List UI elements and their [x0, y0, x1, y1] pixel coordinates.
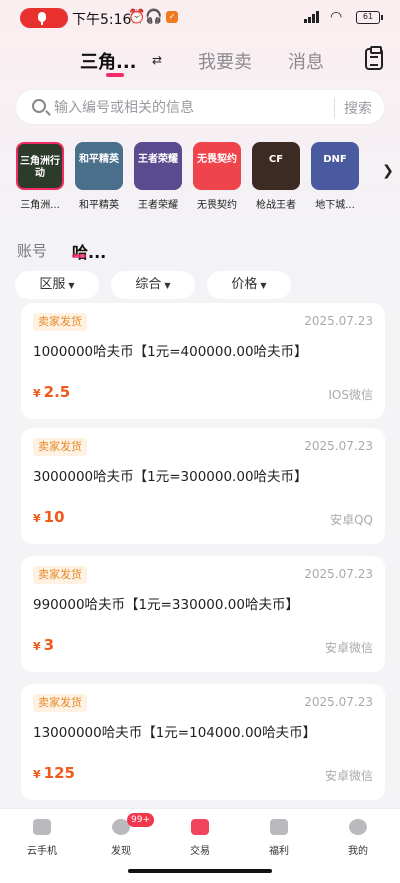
wifi-icon: ◠: [330, 9, 343, 25]
recording-indicator[interactable]: [20, 8, 68, 28]
nav-cloud-phone[interactable]: 云手机: [12, 819, 72, 857]
listing-card[interactable]: 卖家发货 2025.07.23 13000000哈夫币【1元=104000.00…: [21, 684, 385, 800]
game-dnf[interactable]: DNF 地下城...: [309, 142, 361, 211]
listing-card[interactable]: 卖家发货 2025.07.23 3000000哈夫币【1元=300000.00哈…: [21, 428, 385, 544]
tab-delta-force[interactable]: 三角...: [80, 48, 137, 74]
cloud-phone-icon: [33, 819, 51, 835]
game-thumbnail: 无畏契约: [193, 142, 241, 190]
filter-server[interactable]: 区服 ▼: [15, 271, 99, 299]
listing-price: ¥125: [33, 764, 75, 782]
caret-down-icon: ▼: [164, 281, 171, 290]
game-crossfire[interactable]: CF 枪战王者: [250, 142, 302, 211]
game-label: 三角洲...: [20, 200, 60, 211]
game-honor-of-kings[interactable]: 王者荣耀 王者荣耀: [132, 142, 184, 211]
active-tab-indicator: [106, 73, 124, 77]
status-time: 下午5:16: [72, 12, 132, 28]
tab-sell[interactable]: 我要卖: [198, 48, 252, 74]
search-button[interactable]: 搜索: [344, 98, 372, 118]
listing-platform: 安卓QQ: [330, 513, 373, 527]
nav-welfare[interactable]: 福利: [249, 819, 309, 857]
seller-ship-badge: 卖家发货: [33, 566, 87, 584]
listing-date: 2025.07.23: [304, 567, 373, 581]
category-active[interactable]: 哈...: [72, 239, 106, 263]
top-tabs: 三角... ⇄ 我要卖 消息: [0, 44, 400, 80]
listing-price: ¥10: [33, 508, 65, 526]
listing-title: 990000哈夫币【1元=330000.00哈夫币】: [33, 597, 299, 613]
category-indicator: [72, 254, 86, 258]
tab-messages[interactable]: 消息: [288, 48, 324, 74]
filter-sort[interactable]: 综合 ▼: [111, 271, 195, 299]
headphones-icon: 🎧: [145, 9, 163, 25]
profile-icon: [349, 819, 367, 835]
filter-price[interactable]: 价格 ▼: [207, 271, 291, 299]
nav-profile[interactable]: 我的: [328, 819, 388, 857]
game-thumbnail: 三角洲行动: [16, 142, 64, 190]
game-label: 无畏契约: [197, 200, 237, 211]
shopping-bag-icon: [191, 819, 209, 835]
search-divider: [334, 98, 335, 118]
game-valorant[interactable]: 无畏契约 无畏契约: [191, 142, 243, 211]
listing-date: 2025.07.23: [304, 695, 373, 709]
category-account[interactable]: 账号: [17, 240, 47, 261]
listing-platform: 安卓微信: [324, 641, 373, 655]
nav-discover[interactable]: 99+ 发现: [91, 813, 154, 857]
alarm-icon: ⏰: [128, 9, 146, 25]
game-list: 三角洲行动 三角洲... 和平精英 和平精英 王者荣耀 王者荣耀 无畏契约 无畏…: [14, 142, 400, 214]
listing-price: ¥3: [33, 636, 55, 654]
listing-title: 1000000哈夫币【1元=400000.00哈夫币】: [33, 344, 308, 360]
nav-trade[interactable]: 交易: [170, 819, 230, 857]
gift-icon: [270, 819, 288, 835]
listing-platform: 安卓微信: [324, 769, 373, 783]
caret-down-icon: ▼: [68, 281, 75, 290]
listing-title: 13000000哈夫币【1元=104000.00哈夫币】: [33, 725, 317, 741]
caret-down-icon: ▼: [260, 281, 267, 290]
listing-date: 2025.07.23: [304, 439, 373, 453]
game-label: 王者荣耀: [138, 200, 178, 211]
listing-card[interactable]: 卖家发货 2025.07.23 990000哈夫币【1元=330000.00哈夫…: [21, 556, 385, 672]
chevron-right-icon[interactable]: ❯: [376, 156, 400, 186]
search-icon: [32, 99, 46, 113]
game-thumbnail: DNF: [311, 142, 359, 190]
game-label: 和平精英: [79, 200, 119, 211]
seller-ship-badge: 卖家发货: [33, 438, 87, 456]
seller-ship-badge: 卖家发货: [33, 694, 87, 712]
game-thumbnail: CF: [252, 142, 300, 190]
game-thumbnail: 和平精英: [75, 142, 123, 190]
home-indicator[interactable]: [128, 869, 272, 873]
listing-price: ¥2.5: [33, 383, 71, 401]
microphone-icon: [38, 12, 46, 25]
status-bar: 下午5:16 ⏰ 🎧 ✓ ◠ 61: [0, 0, 400, 36]
game-label: 枪战王者: [256, 200, 296, 211]
game-thumbnail: 王者荣耀: [134, 142, 182, 190]
switch-icon[interactable]: ⇄: [152, 53, 162, 67]
signal-icon: [304, 11, 324, 23]
battery-icon: 61: [356, 11, 383, 24]
game-peace-elite[interactable]: 和平精英 和平精英: [73, 142, 125, 211]
notification-badge: 99+: [127, 813, 154, 827]
search-bar: 搜索: [15, 89, 385, 125]
listing-card[interactable]: 卖家发货 2025.07.23 1000000哈夫币【1元=400000.00哈…: [21, 303, 385, 419]
game-delta-force[interactable]: 三角洲行动 三角洲...: [14, 142, 66, 211]
app-notification-icon: ✓: [166, 11, 178, 23]
listing-date: 2025.07.23: [304, 314, 373, 328]
listing-platform: IOS微信: [328, 388, 373, 402]
game-label: 地下城...: [315, 200, 355, 211]
search-input[interactable]: [54, 96, 334, 120]
clipboard-icon[interactable]: [365, 46, 383, 70]
seller-ship-badge: 卖家发货: [33, 313, 87, 331]
listing-title: 3000000哈夫币【1元=300000.00哈夫币】: [33, 469, 308, 485]
